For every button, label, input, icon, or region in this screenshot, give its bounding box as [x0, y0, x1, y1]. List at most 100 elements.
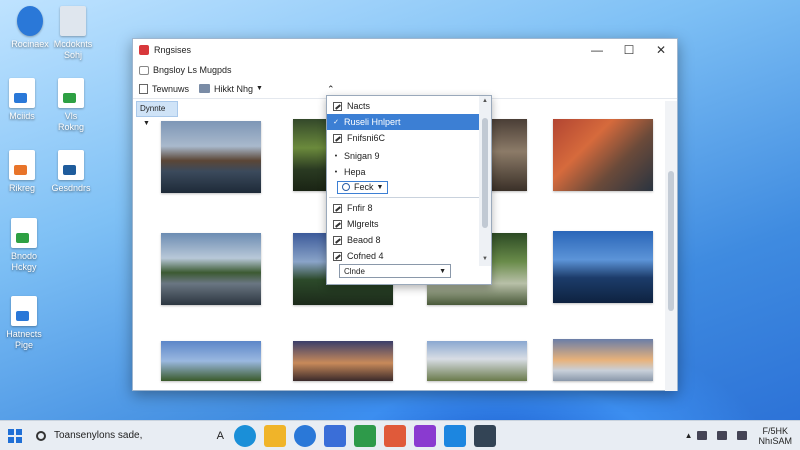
chevron-down-icon: ▼	[376, 183, 384, 191]
edge-icon[interactable]	[234, 424, 256, 447]
photo-thumbnail[interactable]	[161, 121, 261, 193]
dropdown-select-value: Clnde	[344, 266, 365, 276]
desktop-icon-label-2: Pige	[14, 340, 33, 350]
terminal-icon[interactable]	[474, 424, 496, 447]
mail-icon[interactable]	[444, 424, 466, 447]
bullet-icon: •	[334, 152, 338, 160]
dropdown-item-selected[interactable]: ✓ Ruseli Hnlpert	[327, 114, 479, 130]
photo-thumbnail[interactable]	[293, 341, 393, 381]
photo-thumbnail[interactable]	[553, 339, 653, 381]
dropdown-option[interactable]: Mlgrelts	[327, 216, 479, 232]
dropdown-option[interactable]: Beaod 8	[327, 232, 479, 248]
desktop-icon-label-2: Hckgy	[11, 262, 37, 272]
photos-app-icon[interactable]	[384, 424, 406, 447]
desktop-icon-label: Mcdoknts	[53, 39, 93, 49]
volume-icon[interactable]	[717, 431, 728, 440]
desktop-icon-generic[interactable]: Gesdndrs	[44, 150, 98, 194]
start-button[interactable]	[0, 421, 30, 450]
clock-date: NhıSAM	[758, 435, 792, 446]
inline-select-value: Feck	[354, 182, 374, 192]
presentation-icon	[9, 150, 35, 180]
photo-thumbnail[interactable]	[553, 119, 653, 191]
spreadsheet-icon	[11, 218, 37, 248]
dropdown-item[interactable]: Fnifsni6C	[327, 130, 479, 146]
vertical-scrollbar[interactable]	[665, 101, 677, 391]
desktop-icon-label-2: Rokng	[57, 122, 84, 132]
desktop-icon-label: Rikreg	[8, 183, 35, 193]
scroll-down-icon[interactable]: ▼	[482, 256, 488, 262]
security-icon[interactable]	[354, 424, 376, 447]
windows-logo-icon	[8, 428, 22, 443]
checkbox-icon	[333, 101, 342, 111]
scrollbar-thumb[interactable]	[482, 118, 488, 228]
desktop-icon-spreadsheet[interactable]: Vls Rokng	[44, 78, 98, 133]
dropdown-item[interactable]: • Snigan 9	[327, 148, 479, 164]
desktop-icon-shortcut[interactable]: Hatnects Pige	[0, 296, 51, 351]
dropdown-item-label: Ruseli Hnlpert	[344, 117, 401, 127]
scrollbar-thumb[interactable]	[668, 171, 674, 311]
desktop-icon-media[interactable]: Mciids	[0, 78, 49, 122]
checkbox-icon	[333, 235, 342, 245]
menu-icon	[139, 65, 149, 75]
photo-thumbnail[interactable]	[427, 341, 527, 381]
taskbar-clock[interactable]: F/5HK NhıSAM	[758, 426, 792, 446]
network-icon[interactable]	[697, 431, 708, 440]
photo-thumbnail[interactable]	[161, 233, 261, 305]
maximize-button[interactable]: ☐	[613, 39, 645, 61]
toolbar-item-label: Hikkt Nhg	[214, 83, 254, 94]
dropdown-option[interactable]: Fnfir 8	[327, 200, 479, 216]
desktop-icon-label: Mciids	[9, 111, 35, 121]
document-icon	[11, 296, 37, 326]
browser-icon[interactable]	[294, 424, 316, 447]
window-titlebar[interactable]: Rngsises — ☐ ✕	[133, 39, 677, 61]
dropdown-item-label: Snigan 9	[344, 151, 380, 161]
desktop-icon-label: Vls	[64, 111, 78, 121]
desktop-icon-label: Bnodo	[10, 251, 38, 261]
store-icon[interactable]	[324, 424, 346, 447]
dropdown-header[interactable]: Nacts	[327, 98, 479, 114]
this-pc-icon	[17, 6, 43, 36]
chevron-up-icon[interactable]: ⌃	[327, 84, 335, 95]
document-icon	[9, 78, 35, 108]
search-placeholder: Toansenylons sade,	[54, 430, 143, 441]
toolbar-item-new[interactable]: Tewnuws	[139, 83, 190, 94]
dropdown-inline-row: Feck ▼	[327, 179, 479, 195]
inline-select[interactable]: Feck ▼	[337, 180, 389, 194]
dropdown-item-label: Hepa	[344, 167, 366, 177]
image-icon	[199, 84, 211, 93]
dropdown-select[interactable]: Clnde ▼	[339, 264, 451, 278]
desktop-icon-documents[interactable]: Mcdoknts Sohj	[46, 6, 100, 61]
app-logo-icon	[139, 45, 149, 55]
taskbar-search[interactable]: Toansenylons sade, A	[30, 423, 230, 449]
photo-thumbnail[interactable]	[161, 341, 261, 381]
dropdown-header-label: Nacts	[347, 101, 371, 111]
menu-bar[interactable]: Bngsloy Ls Mugpds	[133, 61, 677, 79]
toolbar-item-view[interactable]: Hikkt Nhg ▼	[199, 84, 263, 94]
window-title: Rngsises	[154, 45, 192, 55]
checkbox-icon	[333, 133, 342, 143]
document-icon	[139, 83, 148, 94]
file-explorer-icon[interactable]	[264, 424, 286, 447]
dropdown-option-label: Beaod 8	[347, 235, 381, 245]
scroll-up-icon[interactable]: ▲	[482, 98, 488, 104]
photo-thumbnail[interactable]	[553, 231, 653, 303]
spreadsheet-icon	[58, 78, 84, 108]
dropdown-item[interactable]: • Hepa	[327, 164, 479, 180]
minimize-button[interactable]: —	[581, 39, 613, 61]
chevron-up-icon[interactable]: ▲	[685, 431, 693, 440]
toolbar-item-label: Tewnuws	[152, 83, 190, 94]
sort-dropdown-button[interactable]: Dynnte ▼	[136, 101, 178, 127]
dropdown-scrollbar[interactable]: ▲ ▼	[479, 96, 491, 266]
app-icon[interactable]	[414, 424, 436, 447]
chevron-down-icon: ▼	[256, 85, 263, 92]
dropdown-option[interactable]: Cofned 4	[327, 248, 479, 264]
sort-label: Dynnte	[140, 104, 166, 113]
close-button[interactable]: ✕	[645, 39, 677, 61]
file-icon	[58, 150, 84, 180]
desktop-icon-presentation[interactable]: Rikreg	[0, 150, 49, 194]
dropdown-option-label: Mlgrelts	[347, 219, 379, 229]
bullet-icon: •	[334, 168, 338, 176]
filter-dropdown-panel: Nacts ✓ Ruseli Hnlpert Fnifsni6C • Sniga…	[326, 95, 492, 285]
desktop-icon-notes[interactable]: Bnodo Hckgy	[0, 218, 51, 273]
battery-icon[interactable]	[737, 431, 748, 440]
